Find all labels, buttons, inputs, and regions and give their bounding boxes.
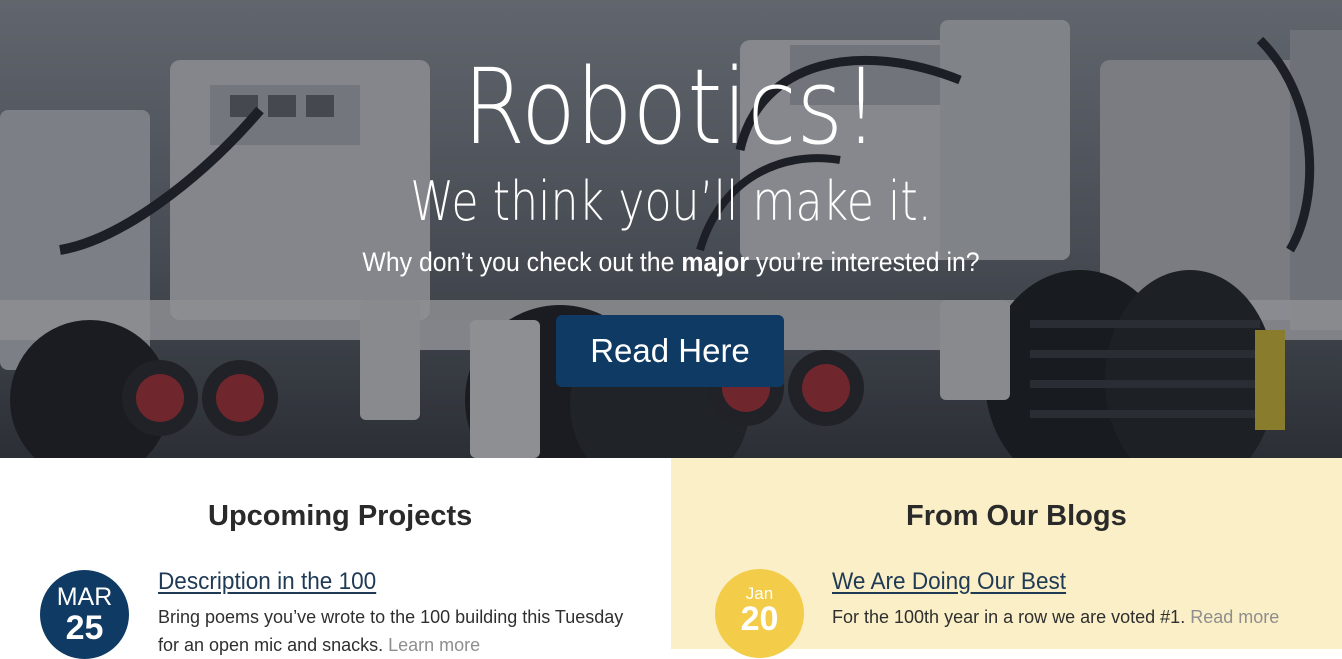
hero-subtitle: We think you’ll make it. <box>410 170 932 233</box>
blog-date-day: 20 <box>740 600 779 638</box>
upcoming-projects-heading: Upcoming Projects <box>208 500 473 532</box>
blogs-heading: From Our Blogs <box>906 500 1127 532</box>
project-date-day: 25 <box>65 609 104 647</box>
hero-banner: Robotics! We think you’ll make it. Why d… <box>0 0 1342 458</box>
blog-description-text: For the 100th year in a row we are voted… <box>832 607 1186 627</box>
project-date-month: MAR <box>56 583 113 611</box>
read-here-button[interactable]: Read Here <box>556 315 784 387</box>
blog-date-month: Jan <box>745 584 774 603</box>
project-description: Bring poems you’ve wrote to the 100 buil… <box>158 603 628 659</box>
upcoming-projects-section: Upcoming Projects MAR 25 Description in … <box>0 458 671 659</box>
from-our-blogs-section: From Our Blogs Jan 20 We Are Doing Our B… <box>671 458 1342 658</box>
project-title-link[interactable]: Description in the 100 <box>158 568 376 596</box>
hero-prompt-after: you’re interested in? <box>748 247 980 277</box>
hero-prompt-before: Why don’t you check out the <box>362 247 682 277</box>
hero-prompt: Why don’t you check out the major you’re… <box>54 246 1289 278</box>
blog-description: For the 100th year in a row we are voted… <box>832 603 1322 631</box>
blog-date-badge: Jan 20 <box>715 569 804 658</box>
project-date-badge: MAR 25 <box>40 570 129 659</box>
learn-more-link[interactable]: Learn more <box>388 635 480 655</box>
hero-title: Robotics! <box>463 46 879 168</box>
read-more-link[interactable]: Read more <box>1190 607 1279 627</box>
hero-content: Robotics! We think you’ll make it. Why d… <box>0 0 1342 458</box>
blog-title-link[interactable]: We Are Doing Our Best <box>832 568 1066 596</box>
hero-prompt-bold: major <box>681 247 749 277</box>
